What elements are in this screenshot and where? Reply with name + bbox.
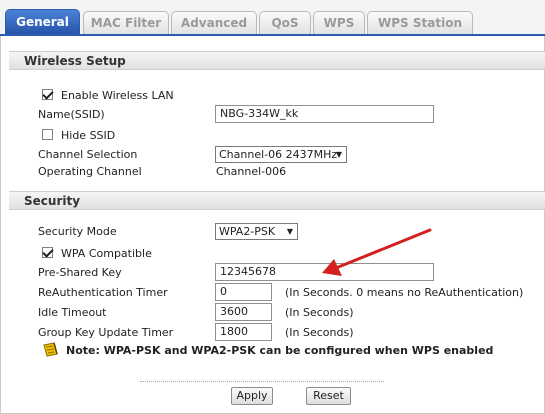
reset-button[interactable]: Reset: [306, 387, 351, 405]
section-security: Security: [9, 191, 545, 210]
idle-timeout-label: Idle Timeout: [38, 306, 107, 319]
tab-qos[interactable]: QoS: [259, 11, 311, 34]
tab-advanced[interactable]: Advanced: [171, 11, 257, 34]
section-wireless-setup: Wireless Setup: [9, 51, 545, 70]
security-mode-label: Security Mode: [38, 225, 117, 238]
group-key-timer-label: Group Key Update Timer: [38, 326, 174, 339]
reauth-timer-label: ReAuthentication Timer: [38, 286, 168, 299]
hide-ssid-label: Hide SSID: [61, 129, 116, 142]
enable-wireless-checkbox[interactable]: [42, 89, 53, 100]
psk-label: Pre-Shared Key: [38, 266, 122, 279]
psk-input[interactable]: 12345678: [215, 263, 434, 281]
idle-timeout-hint: (In Seconds): [285, 306, 354, 319]
channel-selection-label: Channel Selection: [38, 148, 138, 161]
wps-note: Note: WPA-PSK and WPA2-PSK can be config…: [66, 344, 494, 357]
channel-select[interactable]: Channel-06 2437MHz ▼: [215, 146, 347, 163]
reauth-timer-input[interactable]: 0: [215, 283, 272, 301]
group-key-timer-input[interactable]: 1800: [215, 323, 272, 341]
group-key-timer-hint: (In Seconds): [285, 326, 354, 339]
wpa-compatible-checkbox[interactable]: [42, 247, 53, 258]
idle-timeout-input[interactable]: 3600: [215, 303, 272, 321]
operating-channel-value: Channel-006: [216, 165, 287, 178]
wpa-compatible-label: WPA Compatible: [61, 247, 152, 260]
tab-general[interactable]: General: [5, 9, 80, 35]
security-mode-select[interactable]: WPA2-PSK ▼: [215, 223, 298, 240]
tab-underline: [0, 34, 545, 36]
channel-select-value: Channel-06 2437MHz: [219, 148, 338, 161]
reauth-timer-hint: (In Seconds. 0 means no ReAuthentication…: [285, 286, 524, 299]
tab-wps-station[interactable]: WPS Station: [367, 11, 473, 34]
hide-ssid-checkbox[interactable]: [42, 129, 53, 140]
tab-wps[interactable]: WPS: [313, 11, 365, 34]
dropdown-arrow-icon: ▼: [335, 150, 342, 159]
button-divider: [140, 381, 384, 382]
enable-wireless-label: Enable Wireless LAN: [61, 89, 174, 102]
ssid-label: Name(SSID): [38, 108, 105, 121]
note-icon: [43, 342, 58, 357]
security-mode-value: WPA2-PSK: [219, 225, 276, 238]
ssid-input[interactable]: NBG-334W_kk: [215, 105, 434, 123]
dropdown-arrow-icon: ▼: [286, 227, 293, 236]
apply-button[interactable]: Apply: [231, 387, 273, 405]
tab-bar: General MAC Filter Advanced QoS WPS WPS …: [0, 0, 545, 36]
tab-mac-filter[interactable]: MAC Filter: [83, 11, 169, 34]
operating-channel-label: Operating Channel: [38, 165, 142, 178]
